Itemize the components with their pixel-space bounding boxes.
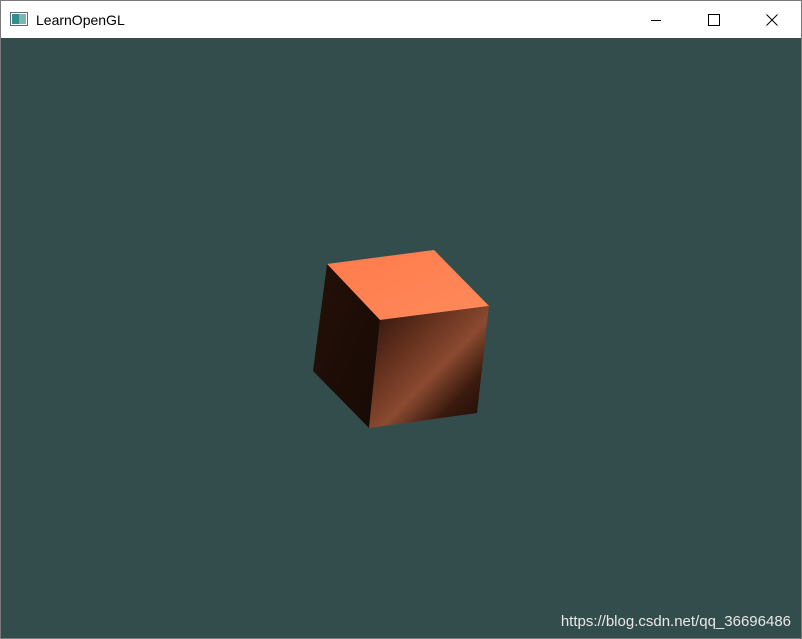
app-window: LearnOpenGL https://blog.csdn.net/qq_366…: [0, 0, 802, 639]
app-icon: [10, 12, 28, 26]
window-title: LearnOpenGL: [36, 12, 125, 28]
minimize-button[interactable]: [627, 1, 685, 38]
cube-front-face: [369, 306, 489, 428]
minimize-icon: [651, 19, 661, 21]
maximize-button[interactable]: [685, 1, 743, 38]
maximize-icon: [708, 13, 720, 26]
cube: [313, 250, 489, 428]
close-button[interactable]: [743, 1, 801, 38]
watermark-text: https://blog.csdn.net/qq_36696486: [560, 613, 791, 630]
title-bar[interactable]: LearnOpenGL: [1, 1, 801, 38]
close-icon: [766, 13, 778, 26]
render-scene: [313, 250, 489, 428]
opengl-viewport[interactable]: https://blog.csdn.net/qq_36696486: [1, 38, 801, 638]
